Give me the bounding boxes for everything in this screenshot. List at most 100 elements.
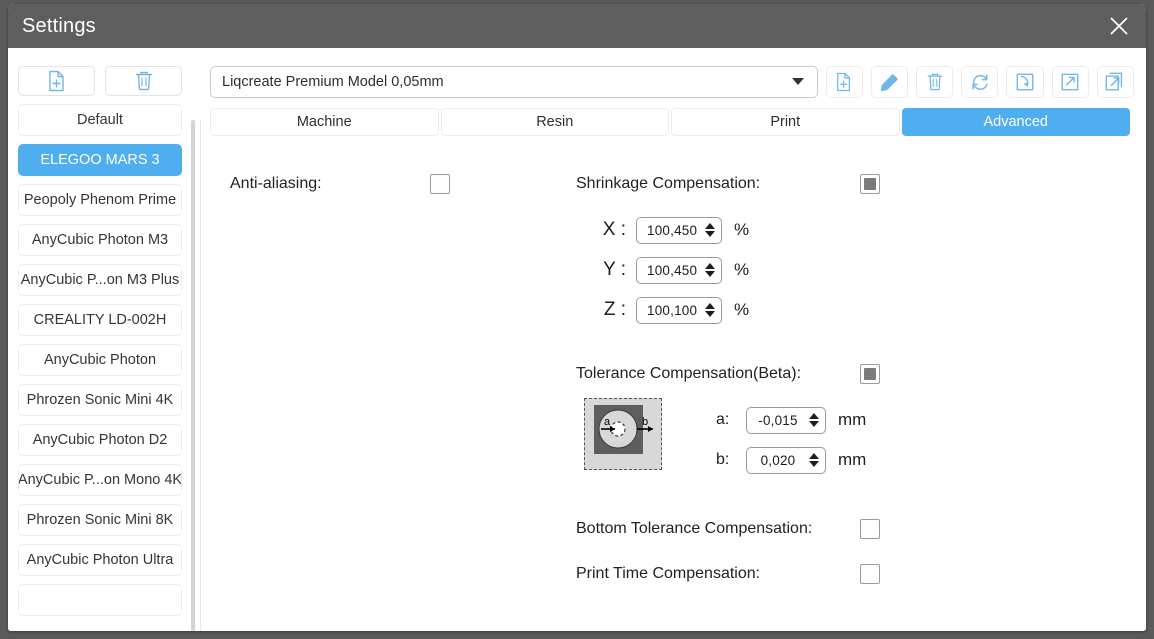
tolerance-a-label: a: (716, 411, 730, 428)
tolerance-header: Tolerance Compensation(Beta): (576, 364, 906, 384)
shrinkage-row-x: X : 100,450 % (592, 210, 906, 250)
stepper-down-icon[interactable] (705, 311, 715, 317)
printer-item-5[interactable]: CREALITY LD-002H (18, 304, 182, 336)
tolerance-diagram-label-b: b (642, 416, 648, 428)
shrinkage-label: Shrinkage Compensation: (576, 175, 761, 192)
tab-machine[interactable]: Machine (210, 108, 439, 136)
anti-aliasing-label: Anti-aliasing: (230, 175, 322, 192)
tolerance-row-a: a: -0,015 mm (716, 400, 866, 440)
settings-window: Settings Default ELEGOO MARS 3 Peopoly P… (8, 4, 1146, 631)
delete-profile-button[interactable] (105, 66, 182, 96)
printer-item-6[interactable]: AnyCubic Photon (18, 344, 182, 376)
main-panel: Liqcreate Premium Model 0,05mm Machine R… (204, 48, 1146, 631)
shrinkage-x-stepper[interactable] (705, 223, 715, 237)
shrinkage-z-unit: % (734, 300, 750, 319)
new-resin-button[interactable] (825, 66, 863, 98)
tolerance-b-unit: mm (838, 450, 867, 469)
bottom-tolerance-row: Bottom Tolerance Compensation: (576, 506, 906, 551)
printer-list: Default ELEGOO MARS 3 Peopoly Phenom Pri… (8, 96, 192, 616)
tab-resin[interactable]: Resin (440, 108, 669, 136)
export-all-resin-button[interactable] (1096, 66, 1134, 98)
printer-item-3[interactable]: AnyCubic Photon M3 (18, 224, 182, 256)
stepper-up-icon[interactable] (705, 263, 715, 269)
shrinkage-z-input[interactable]: 100,100 (636, 296, 722, 324)
anti-aliasing-row: Anti-aliasing: (230, 174, 450, 194)
window-body: Default ELEGOO MARS 3 Peopoly Phenom Pri… (8, 48, 1146, 631)
tolerance-a-input[interactable]: -0,015 (746, 406, 826, 434)
title-bar: Settings (8, 4, 1146, 48)
printer-item-0[interactable]: Default (18, 104, 182, 136)
reset-resin-button[interactable] (961, 66, 999, 98)
export-resin-button[interactable] (1051, 66, 1089, 98)
shrinkage-y-unit: % (734, 260, 750, 279)
right-column: Shrinkage Compensation: X : 100,450 % Y … (576, 174, 906, 596)
shrinkage-z-stepper[interactable] (705, 303, 715, 317)
sidebar-divider (200, 120, 201, 631)
shrinkage-row-y: Y : 100,450 % (592, 250, 906, 290)
tolerance-fields: a: -0,015 mm b: 0,020 mm (716, 398, 866, 480)
edit-resin-button[interactable] (870, 66, 909, 98)
window-title: Settings (22, 14, 96, 37)
chevron-down-icon (791, 73, 805, 91)
stepper-down-icon[interactable] (809, 461, 819, 467)
shrinkage-x-value: 100,450 (647, 222, 698, 238)
tolerance-b-input[interactable]: 0,020 (746, 446, 826, 474)
import-resin-button[interactable] (1006, 66, 1044, 98)
tolerance-a-unit: mm (838, 410, 867, 429)
stepper-down-icon[interactable] (705, 231, 715, 237)
tolerance-b-stepper[interactable] (809, 453, 819, 467)
stepper-down-icon[interactable] (705, 271, 715, 277)
printer-item-12[interactable] (18, 584, 182, 616)
tolerance-a-stepper[interactable] (809, 413, 819, 427)
print-time-row: Print Time Compensation: (576, 551, 906, 596)
shrinkage-x-input[interactable]: 100,450 (636, 216, 722, 244)
shrinkage-y-stepper[interactable] (705, 263, 715, 277)
tolerance-body: a b a: -0,015 mm b: 0,020 mm (576, 398, 906, 480)
printer-item-11[interactable]: AnyCubic Photon Ultra (18, 544, 182, 576)
resin-profile-value: Liqcreate Premium Model 0,05mm (222, 74, 444, 90)
printer-item-4[interactable]: AnyCubic P...on M3 Plus (18, 264, 182, 296)
delete-resin-button[interactable] (916, 66, 954, 98)
printer-item-8[interactable]: AnyCubic Photon D2 (18, 424, 182, 456)
tolerance-label: Tolerance Compensation(Beta): (576, 365, 802, 382)
printer-item-2[interactable]: Peopoly Phenom Prime (18, 184, 182, 216)
print-time-checkbox[interactable] (860, 563, 880, 584)
shrinkage-z-value: 100,100 (647, 302, 698, 318)
tab-print[interactable]: Print (671, 108, 900, 136)
printer-sidebar: Default ELEGOO MARS 3 Peopoly Phenom Pri… (8, 48, 192, 631)
anti-aliasing-checkbox[interactable] (430, 174, 450, 194)
tolerance-row-b: b: 0,020 mm (716, 440, 866, 480)
resin-profile-select[interactable]: Liqcreate Premium Model 0,05mm (210, 66, 818, 98)
tolerance-b-label: b: (716, 451, 730, 468)
bottom-tolerance-label: Bottom Tolerance Compensation: (576, 519, 813, 537)
shrinkage-y-input[interactable]: 100,450 (636, 256, 722, 284)
tolerance-checkbox[interactable] (860, 364, 880, 384)
stepper-up-icon[interactable] (809, 453, 819, 459)
stepper-down-icon[interactable] (809, 421, 819, 427)
left-column: Anti-aliasing: (230, 174, 450, 194)
tolerance-diagram-icon: a b (584, 398, 662, 470)
stepper-up-icon[interactable] (809, 413, 819, 419)
sidebar-toolbar (8, 48, 192, 96)
printer-item-9[interactable]: AnyCubic P...on Mono 4K (18, 464, 182, 496)
sidebar-scrollbar[interactable] (191, 120, 195, 631)
shrinkage-axes: X : 100,450 % Y : 100,450 % Z: 100,100 … (576, 210, 906, 330)
bottom-tolerance-checkbox[interactable] (860, 518, 880, 539)
stepper-up-icon[interactable] (705, 223, 715, 229)
printer-item-1[interactable]: ELEGOO MARS 3 (18, 144, 182, 176)
tab-advanced[interactable]: Advanced (901, 108, 1130, 136)
shrinkage-row-z: Z : 100,100 % (592, 290, 906, 330)
new-profile-button[interactable] (18, 66, 95, 96)
shrinkage-x-unit: % (734, 220, 750, 239)
axis-label-y: Y : (603, 259, 626, 280)
stepper-up-icon[interactable] (705, 303, 715, 309)
printer-item-7[interactable]: Phrozen Sonic Mini 4K (18, 384, 182, 416)
axis-label-z: Z : (603, 299, 626, 320)
tolerance-diagram-label-a: a (604, 416, 611, 428)
profile-toolbar: Liqcreate Premium Model 0,05mm (204, 48, 1146, 98)
settings-tabs: Machine Resin Print Advanced (210, 108, 1130, 136)
close-icon[interactable] (1092, 4, 1146, 48)
printer-item-10[interactable]: Phrozen Sonic Mini 8K (18, 504, 182, 536)
shrinkage-checkbox[interactable] (860, 174, 880, 194)
bottom-options: Bottom Tolerance Compensation: Print Tim… (576, 506, 906, 596)
